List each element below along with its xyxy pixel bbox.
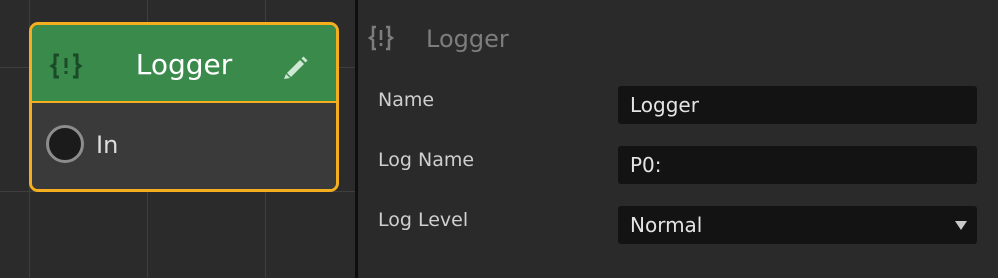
log-level-label: Log Level [378, 209, 469, 231]
logger-node[interactable]: Logger In [29, 22, 339, 192]
chevron-down-icon [955, 221, 967, 230]
log-name-label: Log Name [378, 149, 475, 171]
input-port-label: In [96, 131, 119, 159]
name-label: Name [378, 89, 435, 111]
log-level-value: Normal [630, 213, 703, 237]
node-body: In [32, 103, 336, 189]
inspector-panel: Logger Name Log Name Log Level Normal [358, 0, 998, 278]
input-port[interactable] [46, 125, 84, 163]
log-name-field[interactable] [618, 146, 977, 184]
graph-canvas[interactable]: Logger In [0, 0, 355, 278]
inspector-title: Logger [426, 25, 509, 53]
log-level-select[interactable]: Normal [618, 206, 977, 244]
node-header[interactable]: Logger [32, 25, 336, 103]
pencil-icon[interactable] [281, 52, 311, 80]
braces-icon [368, 25, 394, 51]
name-field[interactable] [618, 86, 977, 124]
